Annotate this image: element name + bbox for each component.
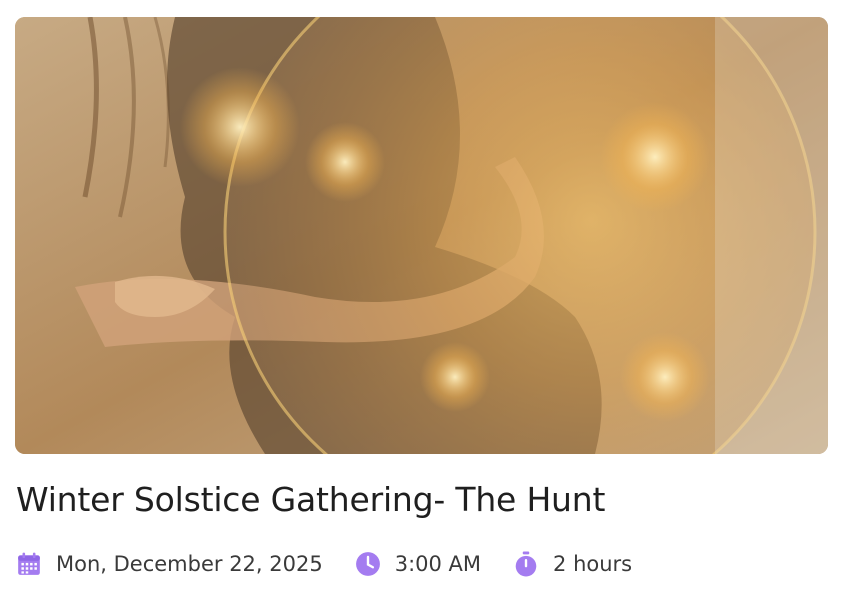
cover-artwork bbox=[15, 17, 828, 454]
event-title[interactable]: Winter Solstice Gathering- The Hunt bbox=[16, 478, 605, 522]
event-date-text: Mon, December 22, 2025 bbox=[56, 552, 323, 576]
event-details: Mon, December 22, 2025 3:00 AM 2 hours bbox=[16, 547, 632, 581]
event-duration: 2 hours bbox=[513, 551, 632, 577]
stopwatch-icon bbox=[513, 551, 539, 577]
event-date: Mon, December 22, 2025 bbox=[16, 551, 323, 577]
event-card[interactable]: Winter Solstice Gathering- The Hunt Mon,… bbox=[0, 0, 845, 589]
event-cover-image[interactable] bbox=[15, 17, 828, 454]
event-time-text: 3:00 AM bbox=[394, 552, 482, 576]
event-duration-text: 2 hours bbox=[553, 552, 633, 576]
calendar-icon bbox=[16, 551, 42, 577]
clock-icon bbox=[355, 551, 381, 577]
event-time: 3:00 AM bbox=[355, 551, 481, 577]
